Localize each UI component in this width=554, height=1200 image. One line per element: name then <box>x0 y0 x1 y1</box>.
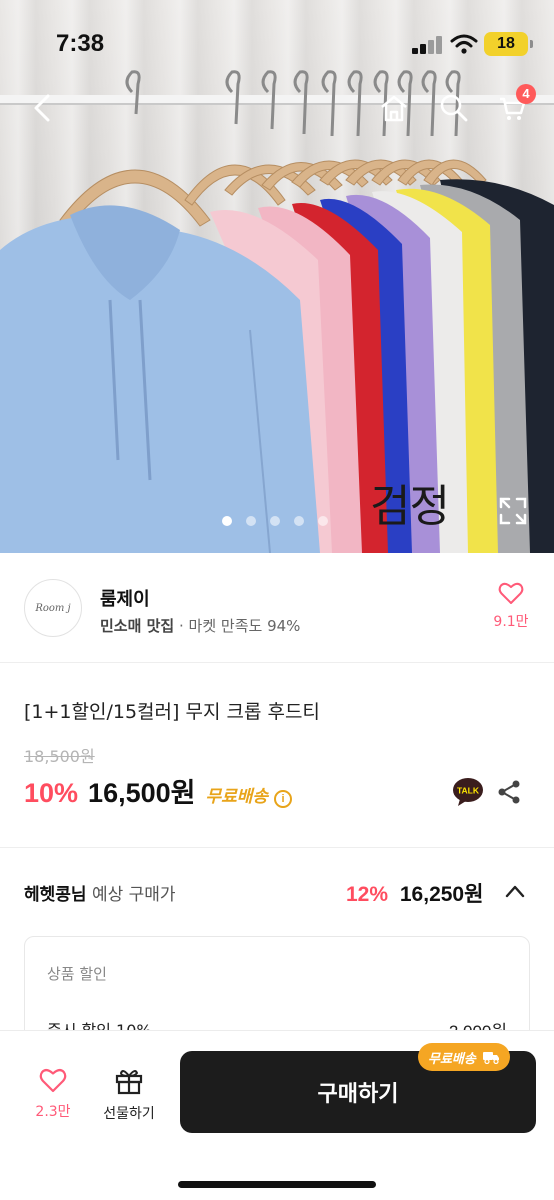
status-bar: 7:38 18 <box>0 0 554 88</box>
product-info: [1+1할인/15컬러] 무지 크롭 후드티 18,500원 10% 16,50… <box>0 663 554 848</box>
gift-label: 선물하기 <box>103 1106 155 1122</box>
shop-like-count: 9.1만 <box>493 614 529 630</box>
search-button[interactable] <box>434 88 474 128</box>
shop-subtitle: 민소매 맛집 · 마켓 만족도 94% <box>100 615 300 636</box>
share-icon[interactable] <box>496 779 522 805</box>
truck-icon <box>482 1052 499 1064</box>
search-icon <box>440 94 468 122</box>
kakao-talk-icon[interactable]: TALK <box>452 777 484 807</box>
product-title: [1+1할인/15컬러] 무지 크롭 후드티 <box>24 701 320 723</box>
bottom-action-bar: 2.3만 선물하기 구매하기 무료배송 <box>0 1030 554 1200</box>
shop-logo-text: Room j <box>35 602 71 614</box>
battery-indicator: 18 <box>484 32 533 56</box>
free-shipping-badge-text: 무료배송 <box>428 1051 476 1067</box>
status-time: 7:38 <box>56 30 105 57</box>
carousel-dot[interactable] <box>222 516 232 526</box>
shop-satisfaction: · 마켓 만족도 94% <box>179 617 301 635</box>
chevron-up-icon[interactable] <box>503 881 527 901</box>
carousel-dot[interactable] <box>270 516 280 526</box>
heart-icon <box>498 582 524 604</box>
original-price: 18,500원 <box>24 747 95 766</box>
cart-count-badge: 4 <box>516 84 536 104</box>
gift-button[interactable]: 선물하기 <box>98 1067 160 1123</box>
price-row: 10% 16,500원 무료배송 i <box>24 771 293 810</box>
home-indicator <box>178 1181 376 1188</box>
discount-heading: 상품 할인 <box>47 965 107 983</box>
member-label: 헤헷콩님 예상 구매가 <box>24 880 176 905</box>
seller-section[interactable]: Room j 룸제이 민소매 맛집 · 마켓 만족도 94% 9.1만 <box>0 553 554 663</box>
shop-badge: 민소매 맛집 <box>100 617 175 635</box>
carousel-dot[interactable] <box>294 516 304 526</box>
discount-rate: 10% <box>24 778 79 808</box>
member-expected-price[interactable]: 헤헷콩님 예상 구매가 12% 16,250원 <box>0 848 554 938</box>
expected-price-label: 예상 구매가 <box>91 885 176 905</box>
like-count: 2.3만 <box>35 1104 71 1120</box>
heart-icon <box>39 1069 67 1093</box>
info-icon[interactable]: i <box>274 790 293 808</box>
gift-icon <box>115 1070 143 1095</box>
member-name: 헤헷콩님 <box>24 885 87 905</box>
talk-label: TALK <box>457 786 480 796</box>
shop-like-button[interactable]: 9.1만 <box>488 581 534 631</box>
carousel-indicator <box>222 516 328 526</box>
expected-discount: 12% <box>346 883 389 906</box>
like-button[interactable]: 2.3만 <box>22 1067 84 1121</box>
shop-name[interactable]: 룸제이 <box>100 585 150 611</box>
shop-logo[interactable]: Room j <box>24 579 82 637</box>
expected-price-value: 16,250원 <box>399 883 484 906</box>
expected-price: 12% 16,250원 <box>346 878 483 908</box>
home-button[interactable] <box>374 88 414 128</box>
carousel-dot[interactable] <box>318 516 328 526</box>
back-button[interactable] <box>22 88 62 128</box>
wifi-icon <box>450 34 478 54</box>
free-shipping-badge: 무료배송 <box>418 1043 510 1071</box>
home-icon <box>381 95 407 122</box>
chevron-left-icon <box>34 94 50 122</box>
signal-icon <box>412 36 444 54</box>
cart-button[interactable]: 4 <box>492 84 536 128</box>
sale-price: 16,500원 <box>88 778 196 808</box>
carousel-dot[interactable] <box>246 516 256 526</box>
image-color-label: 검정 <box>370 481 450 532</box>
product-image-carousel[interactable]: 7:38 18 4 검정 <box>0 0 554 553</box>
expand-icon[interactable] <box>498 496 528 526</box>
free-shipping-label: 무료배송 <box>205 787 269 807</box>
